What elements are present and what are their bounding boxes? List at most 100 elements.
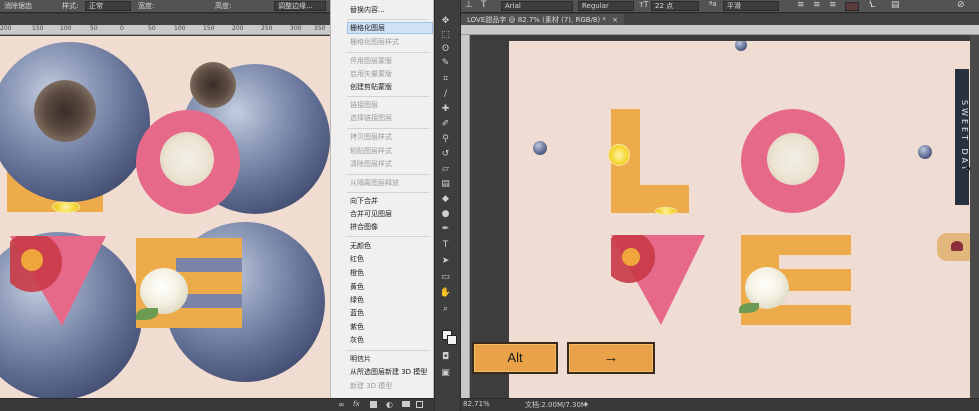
menu-item-disable-layer-mask[interactable]: 停用图层蒙版 <box>350 56 392 66</box>
hand-tool-icon[interactable]: ✋ <box>439 288 452 299</box>
clone-stamp-icon[interactable]: ⚲ <box>439 134 452 145</box>
menu-item-orange[interactable]: 橙色 <box>350 268 364 278</box>
zoom-level[interactable]: 82.71% <box>463 400 490 408</box>
pink-triangle-v <box>611 235 705 325</box>
menu-separator <box>347 192 429 193</box>
menu-item-merge-down[interactable]: 向下合并 <box>350 196 378 206</box>
healing-brush-icon[interactable]: ✚ <box>439 104 452 115</box>
screen-mode-icon[interactable]: ▣ <box>439 368 452 379</box>
menu-item-rasterize-layer[interactable]: 栅格化图层 <box>350 23 385 33</box>
ruler-tick: 250 <box>261 25 273 32</box>
shape-tool-icon[interactable]: ▭ <box>439 272 452 283</box>
eraser-tool-icon[interactable]: ▱ <box>439 164 452 175</box>
pen-tool-icon[interactable]: ✒ <box>439 224 452 235</box>
menu-item-gray[interactable]: 灰色 <box>350 335 364 345</box>
align-right-icon[interactable]: ≡ <box>829 0 837 10</box>
quick-mask-icon[interactable]: ◘ <box>439 352 452 363</box>
lasso-tool-icon[interactable]: ʘ <box>439 44 452 55</box>
style-value: 正常 <box>89 2 103 10</box>
status-arrow-icon[interactable]: ▸ <box>585 400 589 408</box>
warp-text-icon[interactable]: Ꝇ <box>869 0 875 10</box>
style-label: 样式: <box>62 2 79 10</box>
menu-item-postcard[interactable]: 明信片 <box>350 354 371 364</box>
menu-item-green[interactable]: 绿色 <box>350 295 364 305</box>
dodge-tool-icon[interactable]: ● <box>439 209 452 220</box>
menu-item-clear-layer-style[interactable]: 清除图层样式 <box>350 159 392 169</box>
menu-item-create-clipping-mask[interactable]: 创建剪贴蒙版 <box>350 82 392 92</box>
font-family-value: Arial <box>505 2 521 10</box>
style-dropdown[interactable]: 正常 <box>85 1 131 11</box>
right-horizontal-ruler <box>461 25 979 35</box>
menu-item-merge-visible[interactable]: 合并可见图层 <box>350 209 392 219</box>
menu-item-violet[interactable]: 紫色 <box>350 322 364 332</box>
type-tool-icon[interactable]: T <box>439 240 452 251</box>
menu-item-replace-contents[interactable]: 替换内容... <box>350 5 385 15</box>
menu-item-no-color[interactable]: 无颜色 <box>350 241 371 251</box>
menu-item-blue[interactable]: 蓝色 <box>350 308 364 318</box>
donut <box>767 133 819 185</box>
font-style-dropdown[interactable]: Regular <box>578 1 634 11</box>
brush-tool-icon[interactable]: ✐ <box>439 119 452 130</box>
text-color-swatch[interactable] <box>845 2 859 11</box>
adjustment-icon[interactable]: ◐ <box>386 400 393 409</box>
lemon-slice <box>608 144 630 166</box>
font-size-dropdown[interactable]: 22 点 <box>651 1 699 11</box>
align-center-icon[interactable]: ≡ <box>813 0 821 10</box>
left-options-bar: 消除锯齿 样式: 正常 宽度: 高度: 调整边缘... <box>0 0 330 13</box>
new-layer-icon[interactable] <box>416 401 423 408</box>
menu-item-link-layers[interactable]: 链接图层 <box>350 100 378 110</box>
marquee-tool-icon[interactable]: ⬚ <box>439 30 452 41</box>
ruler-tick: 150 <box>203 25 215 32</box>
antialias-dropdown[interactable]: 平滑 <box>723 1 779 11</box>
right-vertical-ruler <box>461 35 470 398</box>
move-tool-icon[interactable]: ✥ <box>439 16 452 27</box>
menu-separator <box>347 174 429 175</box>
menu-item-yellow[interactable]: 黄色 <box>350 282 364 292</box>
blur-tool-icon[interactable]: ◆ <box>439 194 452 205</box>
gradient-tool-icon[interactable]: ▤ <box>439 179 452 190</box>
history-brush-icon[interactable]: ↺ <box>439 149 452 160</box>
menu-separator <box>347 128 429 129</box>
mask-icon[interactable] <box>370 401 377 408</box>
sweet-day-vertical-text[interactable]: SWEET DAY <box>955 69 969 205</box>
3d-icon[interactable]: ⊘ <box>957 0 965 10</box>
menu-item-paste-layer-style[interactable]: 粘贴图层样式 <box>350 146 392 156</box>
fx-icon[interactable]: fx <box>353 400 360 408</box>
folder-icon[interactable] <box>402 401 410 407</box>
menu-item-copy-layer-style[interactable]: 拷贝图层样式 <box>350 132 392 142</box>
menu-item-new-3d-from-layer[interactable]: 从所选图层新建 3D 模型 <box>350 367 427 377</box>
font-family-dropdown[interactable]: Arial <box>501 1 573 11</box>
type-orientation-icon[interactable]: ⊥ <box>465 0 473 10</box>
menu-item-new-3d-model[interactable]: 新建 3D 模型 <box>350 381 392 391</box>
width-label: 宽度: <box>138 2 155 10</box>
menu-item-release-from-isolation[interactable]: 从隔离图层释放 <box>350 178 399 188</box>
ruler-tick: 0 <box>120 25 124 32</box>
quick-select-tool-icon[interactable]: ✎ <box>439 58 452 69</box>
heart-jam <box>951 241 963 251</box>
zoom-tool-icon[interactable]: ⌕ <box>439 304 452 315</box>
ruler-tick: 100 <box>60 25 72 32</box>
menu-item-flatten-image[interactable]: 拼合图像 <box>350 222 378 232</box>
ruler-tick: 200 <box>232 25 244 32</box>
left-canvas[interactable] <box>0 36 330 398</box>
align-left-icon[interactable]: ≡ <box>797 0 805 10</box>
vertical-scrollbar[interactable] <box>970 35 979 398</box>
menu-item-rasterize-layer-style[interactable]: 栅格化图层样式 <box>350 37 399 47</box>
menu-item-enable-vector-mask[interactable]: 启用矢量蒙版 <box>350 69 392 79</box>
close-tab-icon[interactable]: × <box>612 16 618 24</box>
left-scroll-area <box>0 398 330 411</box>
document-tab[interactable]: LOVE甜品字 @ 82.7% (素材 (7), RGB/8) * × <box>461 14 624 25</box>
background-color-swatch[interactable] <box>447 335 457 345</box>
link-icon[interactable]: ∞ <box>338 400 345 409</box>
path-select-tool-icon[interactable]: ➤ <box>439 256 452 267</box>
antialias-icon: ªa <box>709 0 717 8</box>
layers-panel-footer: ∞ fx ◐ <box>330 398 434 411</box>
menu-item-red[interactable]: 红色 <box>350 254 364 264</box>
menu-item-select-linked-layers[interactable]: 选择链接图层 <box>350 113 392 123</box>
small-blueberry <box>533 141 547 155</box>
character-panel-icon[interactable]: ▤ <box>891 0 900 10</box>
refine-edge-button[interactable]: 调整边缘... <box>274 1 326 11</box>
eyedropper-tool-icon[interactable]: ∕ <box>439 89 452 100</box>
letter-e-gap <box>176 258 242 272</box>
crop-tool-icon[interactable]: ⌗ <box>439 74 452 85</box>
